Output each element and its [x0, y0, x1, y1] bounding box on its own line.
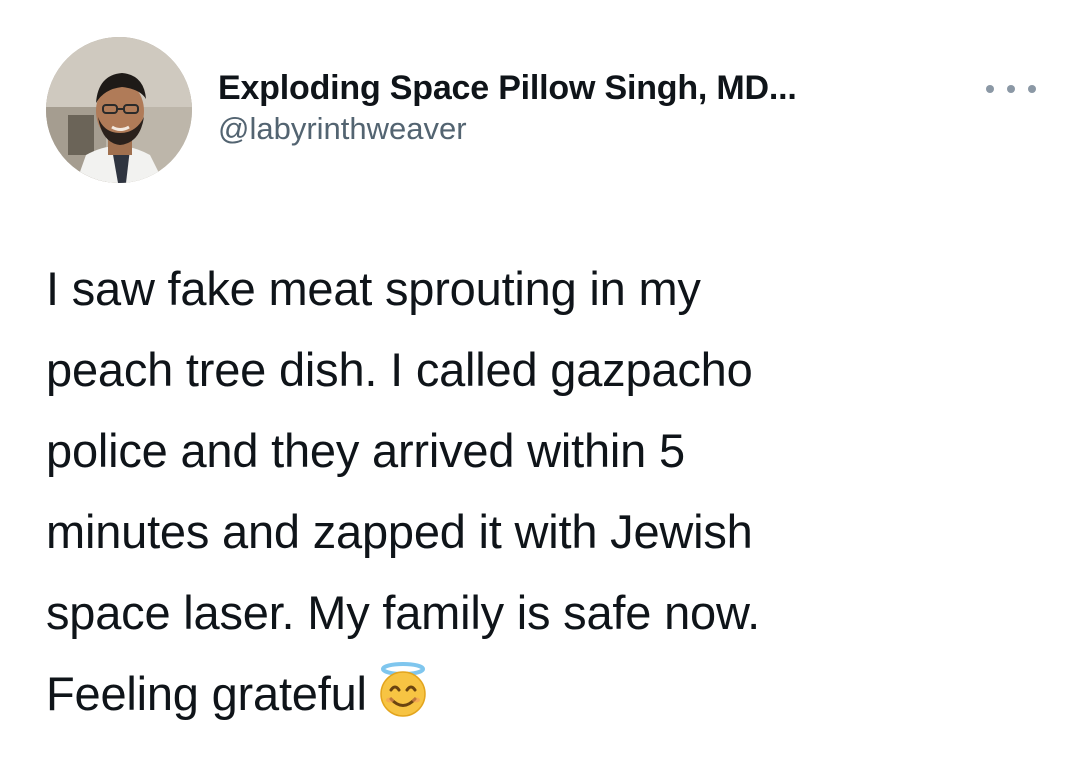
- tweet-text-line: I saw fake meat sprouting in my: [46, 262, 701, 315]
- author-names: Exploding Space Pillow Singh, MD... @lab…: [218, 67, 797, 149]
- tweet-text-line: police and they arrived within 5: [46, 424, 685, 477]
- tweet: Exploding Space Pillow Singh, MD... @lab…: [0, 0, 1080, 775]
- avatar-photo: [46, 37, 192, 183]
- smiling-face-with-halo-icon: [377, 661, 429, 742]
- tweet-text-last-line: Feeling grateful: [46, 653, 1036, 742]
- avatar[interactable]: [46, 37, 192, 183]
- dot-icon: [986, 85, 994, 93]
- display-name[interactable]: Exploding Space Pillow Singh, MD...: [218, 67, 797, 109]
- user-handle[interactable]: @labyrinthweaver: [218, 109, 797, 149]
- tweet-text-line: peach tree dish. I called gazpacho: [46, 343, 753, 396]
- dot-icon: [1028, 85, 1036, 93]
- dot-icon: [1007, 85, 1015, 93]
- tweet-text-line: Feeling grateful: [46, 667, 367, 720]
- tweet-text-line: minutes and zapped it with Jewish: [46, 505, 753, 558]
- tweet-text-line: space laser. My family is safe now.: [46, 586, 760, 639]
- tweet-text: I saw fake meat sprouting in my peach tr…: [46, 248, 1036, 742]
- more-options-icon[interactable]: [986, 79, 1036, 99]
- tweet-header: Exploding Space Pillow Singh, MD... @lab…: [46, 37, 1036, 185]
